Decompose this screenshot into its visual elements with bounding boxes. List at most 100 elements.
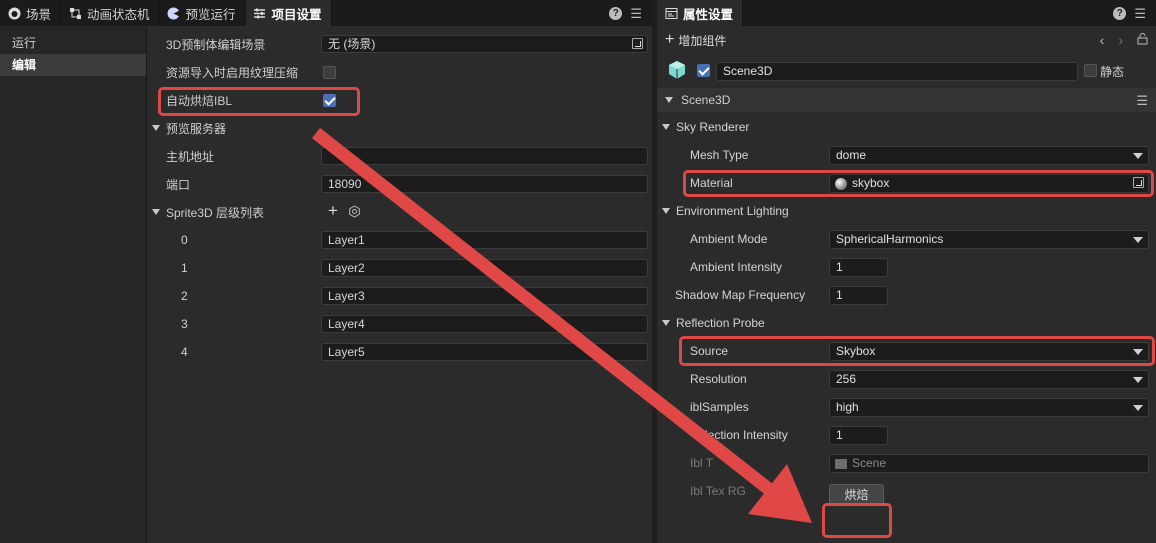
inspector-panel: 属性设置 ? ☰ + 增加组件 ‹ › Scene3D 静态 Scene3D ☰…	[657, 0, 1156, 543]
bake-button[interactable]: 烘焙	[829, 484, 884, 506]
layers-label: Sprite3D 层级列表	[166, 205, 265, 220]
layer-row: 3 Layer4	[148, 310, 652, 338]
mesh-type-select[interactable]: dome	[829, 145, 1149, 165]
node-header: Scene3D 静态	[657, 57, 1156, 85]
layers-section[interactable]: Sprite3D 层级列表 +	[148, 198, 652, 226]
reflection-probe-label: Reflection Probe	[676, 316, 765, 330]
ibl-tex-rgbd-label: Ibl Tex RG	[690, 484, 746, 498]
sky-renderer-label: Sky Renderer	[676, 120, 750, 134]
static-label: 静态	[1100, 64, 1125, 79]
plus-icon: +	[665, 31, 675, 48]
scene-icon	[7, 6, 21, 20]
tab-project-settings[interactable]: 项目设置	[245, 0, 332, 26]
auto-bake-ibl-checkbox[interactable]	[323, 94, 336, 107]
dropdown-arrow-icon	[1133, 348, 1143, 355]
ibl-tex-row: Ibl T Scene	[657, 449, 1156, 477]
resolution-select[interactable]: 256	[829, 369, 1149, 389]
ambient-mode-label: Ambient Mode	[690, 232, 768, 246]
environment-lighting-group[interactable]: Environment Lighting	[657, 197, 1156, 225]
material-label: Material	[690, 176, 733, 190]
sidebar-item-edit[interactable]: 编辑	[0, 54, 146, 76]
host-input[interactable]	[321, 147, 648, 165]
resolution-label: Resolution	[690, 372, 747, 386]
layer-name-input[interactable]: Layer3	[321, 287, 648, 305]
port-label: 端口	[166, 177, 191, 192]
add-component-button[interactable]: + 增加组件	[665, 32, 726, 49]
layer-index: 4	[181, 345, 188, 359]
host-label: 主机地址	[166, 149, 215, 164]
right-tabbar: 属性设置 ? ☰	[657, 0, 1156, 26]
texture-compress-checkbox[interactable]	[323, 66, 336, 79]
layer-name-input[interactable]: Layer4	[321, 315, 648, 333]
reflection-intensity-label: eflection Intensity	[695, 428, 788, 442]
reflection-intensity-input[interactable]: 1	[829, 425, 888, 445]
menu-icon[interactable]: ☰	[1134, 7, 1146, 20]
collapse-caret-icon	[152, 209, 160, 215]
tab-scene-label: 场景	[26, 7, 52, 22]
layer-row: 2 Layer3	[148, 282, 652, 310]
tab-properties[interactable]: 属性设置	[657, 0, 744, 26]
auto-bake-ibl-label: 自动烘焙IBL	[166, 93, 233, 108]
layer-index: 0	[181, 233, 188, 247]
dropdown-arrow-icon	[1133, 152, 1143, 159]
settings-form: 3D预制体编辑场景 无 (场景) 资源导入时启用纹理压缩 自动烘焙IBL 预览服…	[148, 26, 652, 543]
preview-icon	[167, 6, 181, 20]
project-settings-panel: 场景 动画状态机 预览运行 项目设置 ? ☰ 运行 编辑 3D预制体编辑场景 无…	[0, 0, 652, 543]
sky-renderer-group[interactable]: Sky Renderer	[657, 113, 1156, 141]
layer-row: 0 Layer1	[148, 226, 652, 254]
source-select[interactable]: Skybox	[829, 341, 1149, 361]
resolution-value: 256	[836, 371, 857, 386]
help-icon[interactable]: ?	[609, 6, 623, 20]
back-icon[interactable]: ‹	[1100, 32, 1105, 48]
ambient-intensity-label: Ambient Intensity	[690, 260, 783, 274]
layer-name-input[interactable]: Layer2	[321, 259, 648, 277]
source-row: Source Skybox	[657, 337, 1156, 365]
tab-scene[interactable]: 场景	[0, 0, 62, 26]
port-row: 端口 18090	[148, 170, 652, 198]
layer-name-input[interactable]: Layer5	[321, 343, 648, 361]
tab-properties-label: 属性设置	[683, 7, 734, 22]
gear-icon[interactable]	[348, 205, 361, 221]
shadow-map-frequency-row: Shadow Map Frequency 1	[657, 281, 1156, 309]
node-active-checkbox[interactable]	[697, 64, 710, 77]
material-row: Material skybox	[657, 169, 1156, 197]
section-title: Scene3D	[681, 93, 731, 107]
section-menu-icon[interactable]: ☰	[1136, 94, 1148, 107]
port-input[interactable]: 18090	[321, 175, 648, 193]
ibl-samples-select[interactable]: high	[829, 397, 1149, 417]
texture-compress-row: 资源导入时启用纹理压缩	[148, 58, 652, 86]
layer-index: 2	[181, 289, 188, 303]
ibl-tex-value: Scene	[852, 455, 887, 470]
sidebar-item-run[interactable]: 运行	[0, 32, 146, 54]
layer-name-input[interactable]: Layer1	[321, 231, 648, 249]
ambient-mode-select[interactable]: SphericalHarmonics	[829, 229, 1149, 249]
dropdown-arrow-icon	[1133, 376, 1143, 383]
static-checkbox[interactable]	[1084, 64, 1097, 77]
tab-preview[interactable]: 预览运行	[160, 0, 246, 26]
left-tabbar: 场景 动画状态机 预览运行 项目设置 ? ☰	[0, 0, 652, 26]
preview-server-section[interactable]: 预览服务器	[148, 114, 652, 142]
help-icon[interactable]: ?	[1113, 6, 1127, 20]
prefab-scene-field[interactable]: 无 (场景)	[321, 35, 648, 53]
ambient-intensity-input[interactable]: 1	[829, 257, 888, 277]
shadow-map-frequency-input[interactable]: 1	[829, 285, 888, 305]
collapse-caret-icon	[665, 97, 673, 103]
auto-bake-ibl-row: 自动烘焙IBL	[148, 86, 652, 114]
scene3d-section-header[interactable]: Scene3D ☰	[657, 88, 1156, 112]
menu-icon[interactable]: ☰	[630, 7, 642, 20]
asset-picker-icon[interactable]	[632, 38, 643, 49]
add-layer-icon[interactable]: +	[328, 202, 338, 219]
asset-picker-icon[interactable]	[1133, 176, 1144, 188]
host-row: 主机地址	[148, 142, 652, 170]
prefab-scene-row: 3D预制体编辑场景 无 (场景)	[148, 30, 652, 58]
node-name-input[interactable]: Scene3D	[716, 61, 1078, 81]
forward-icon[interactable]: ›	[1118, 32, 1123, 48]
mesh-type-row: Mesh Type dome	[657, 141, 1156, 169]
lock-icon[interactable]	[1137, 32, 1148, 48]
environment-lighting-label: Environment Lighting	[676, 204, 789, 218]
layer-index: 3	[181, 317, 188, 331]
shadow-map-frequency-label: Shadow Map Frequency	[675, 288, 806, 302]
tab-state-machine[interactable]: 动画状态机	[61, 0, 160, 26]
reflection-probe-group[interactable]: Reflection Probe	[657, 309, 1156, 337]
material-field[interactable]: skybox	[829, 173, 1149, 193]
